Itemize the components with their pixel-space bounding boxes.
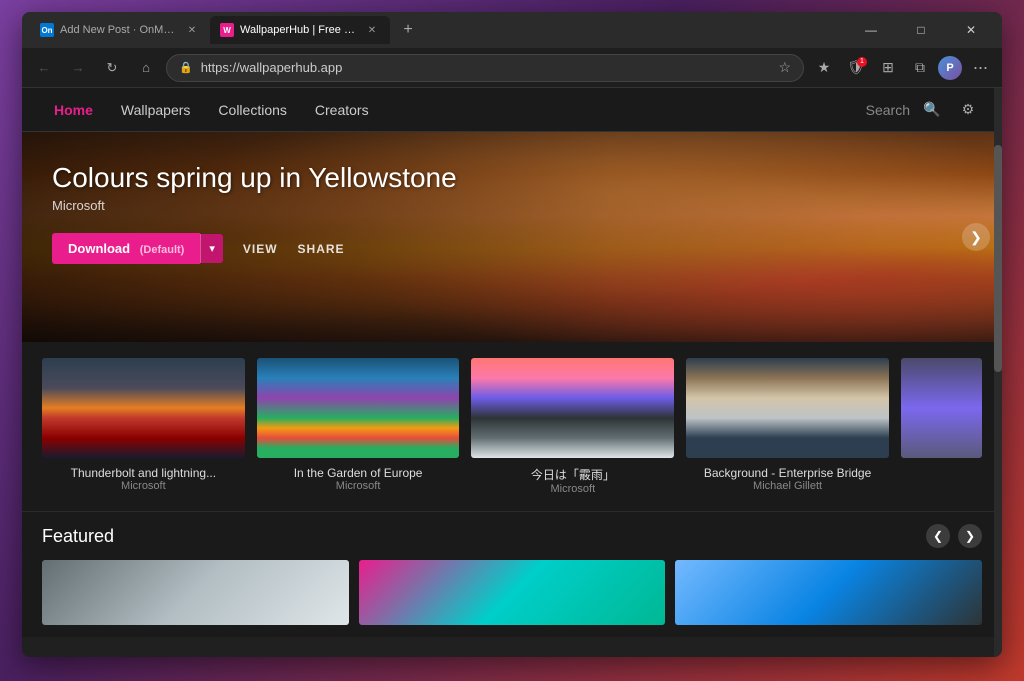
site-content: Home Wallpapers Collections Creators Sea… [22,88,1002,657]
wallpaper-card-2[interactable]: In the Garden of Europe Microsoft [257,358,460,492]
shield-icon[interactable]: 🛡 1 [842,54,870,82]
tab-close-msft[interactable]: ✕ [184,22,200,38]
tab-favicon-wph: W [220,23,234,37]
download-button-group: Download (Default) ▾ [52,233,223,264]
tab-bar: On Add New Post · OnMSFT.com — ... ✕ W W… [30,12,848,48]
tab-msft[interactable]: On Add New Post · OnMSFT.com — ... ✕ [30,16,210,44]
window-controls: — □ ✕ [848,14,994,46]
featured-prev-button[interactable]: ❮ [926,524,950,548]
wallpaper-name-4: Background - Enterprise Bridge [686,466,889,480]
wallpaper-section: Thunderbolt and lightning... Microsoft I… [22,342,1002,511]
extensions-icon[interactable]: ⊞ [874,54,902,82]
wallpaper-thumb-2 [257,358,460,458]
url-text: https://wallpaperhub.app [201,60,771,75]
new-tab-button[interactable]: + [394,16,422,44]
nav-collections[interactable]: Collections [206,94,298,126]
site-nav-links: Home Wallpapers Collections Creators [42,94,866,126]
download-dropdown-button[interactable]: ▾ [200,234,223,263]
hero-content: Colours spring up in Yellowstone Microso… [22,132,1002,284]
hero-subtitle: Microsoft [52,198,972,213]
tab-label-msft: Add New Post · OnMSFT.com — ... [60,24,178,36]
lock-icon: 🔒 [179,61,193,74]
nav-creators[interactable]: Creators [303,94,381,126]
featured-next-button[interactable]: ❯ [958,524,982,548]
search-label: Search [866,102,910,118]
wallpaper-card-3[interactable]: 今日は「霰雨」 Microsoft [471,358,674,495]
favorites-icon[interactable]: ★ [810,54,838,82]
featured-nav: ❮ ❯ [926,524,982,548]
search-button[interactable]: 🔍 [918,96,946,124]
hero-actions: Download (Default) ▾ VIEW SHARE [52,233,972,264]
featured-title: Featured [42,526,114,547]
site-nav: Home Wallpapers Collections Creators Sea… [22,88,1002,132]
back-button[interactable]: ← [30,54,58,82]
featured-card-2[interactable] [359,560,666,625]
featured-header: Featured ❮ ❯ [42,524,982,548]
address-bar: ← → ↻ ⌂ 🔒 https://wallpaperhub.app ☆ ★ 🛡… [22,48,1002,88]
nav-home[interactable]: Home [42,94,105,126]
shield-badge: 1 [857,57,867,67]
wallpaper-thumb-4 [686,358,889,458]
close-button[interactable]: ✕ [948,14,994,46]
view-link[interactable]: VIEW [243,242,278,256]
tab-wallpaper[interactable]: W WallpaperHub | Free wallpapers... ✕ [210,16,390,44]
hero-title: Colours spring up in Yellowstone [52,162,972,194]
browser-window: On Add New Post · OnMSFT.com — ... ✕ W W… [22,12,1002,657]
wallpaper-thumb-1 [42,358,245,458]
wallpaper-card-1[interactable]: Thunderbolt and lightning... Microsoft [42,358,245,492]
home-button[interactable]: ⌂ [132,54,160,82]
share-link[interactable]: SHARE [298,242,345,256]
settings-button[interactable]: ⚙ [954,96,982,124]
wallpaper-thumb-3 [471,358,674,458]
forward-button[interactable]: → [64,54,92,82]
tab-close-wallpaper[interactable]: ✕ [364,22,380,38]
wallpaper-thumb-5 [901,358,982,458]
wallpaper-name-1: Thunderbolt and lightning... [42,466,245,480]
hero-next-button[interactable]: ❯ [962,223,990,251]
wallpaper-card-5-partial[interactable] [901,358,982,466]
hero-banner: Colours spring up in Yellowstone Microso… [22,132,1002,342]
wallpaper-name-2: In the Garden of Europe [257,466,460,480]
wallpaper-creator-3: Microsoft [471,483,674,495]
refresh-button[interactable]: ↻ [98,54,126,82]
featured-grid [42,560,982,625]
bookmark-icon[interactable]: ☆ [778,59,791,76]
tab-favicon-msft: On [40,23,54,37]
collections-icon[interactable]: ⧉ [906,54,934,82]
wallpaper-grid: Thunderbolt and lightning... Microsoft I… [42,358,982,495]
toolbar-icons: ★ 🛡 1 ⊞ ⧉ P ··· [810,54,994,82]
nav-wallpapers[interactable]: Wallpapers [109,94,203,126]
featured-section: Featured ❮ ❯ [22,511,1002,637]
maximize-button[interactable]: □ [898,14,944,46]
tab-label-wallpaper: WallpaperHub | Free wallpapers... [240,24,358,36]
wallpaper-creator-2: Microsoft [257,480,460,492]
url-bar[interactable]: 🔒 https://wallpaperhub.app ☆ [166,54,804,82]
featured-card-1[interactable] [42,560,349,625]
minimize-button[interactable]: — [848,14,894,46]
more-button[interactable]: ··· [966,54,994,82]
wallpaper-creator-1: Microsoft [42,480,245,492]
wallpaper-creator-4: Michael Gillett [686,480,889,492]
wallpaper-card-4[interactable]: Background - Enterprise Bridge Michael G… [686,358,889,492]
featured-card-3[interactable] [675,560,982,625]
title-bar: On Add New Post · OnMSFT.com — ... ✕ W W… [22,12,1002,48]
download-button[interactable]: Download (Default) [52,233,200,264]
profile-avatar[interactable]: P [938,56,962,80]
wallpaper-name-3: 今日は「霰雨」 [471,466,674,483]
site-nav-search: Search 🔍 ⚙ [866,96,982,124]
